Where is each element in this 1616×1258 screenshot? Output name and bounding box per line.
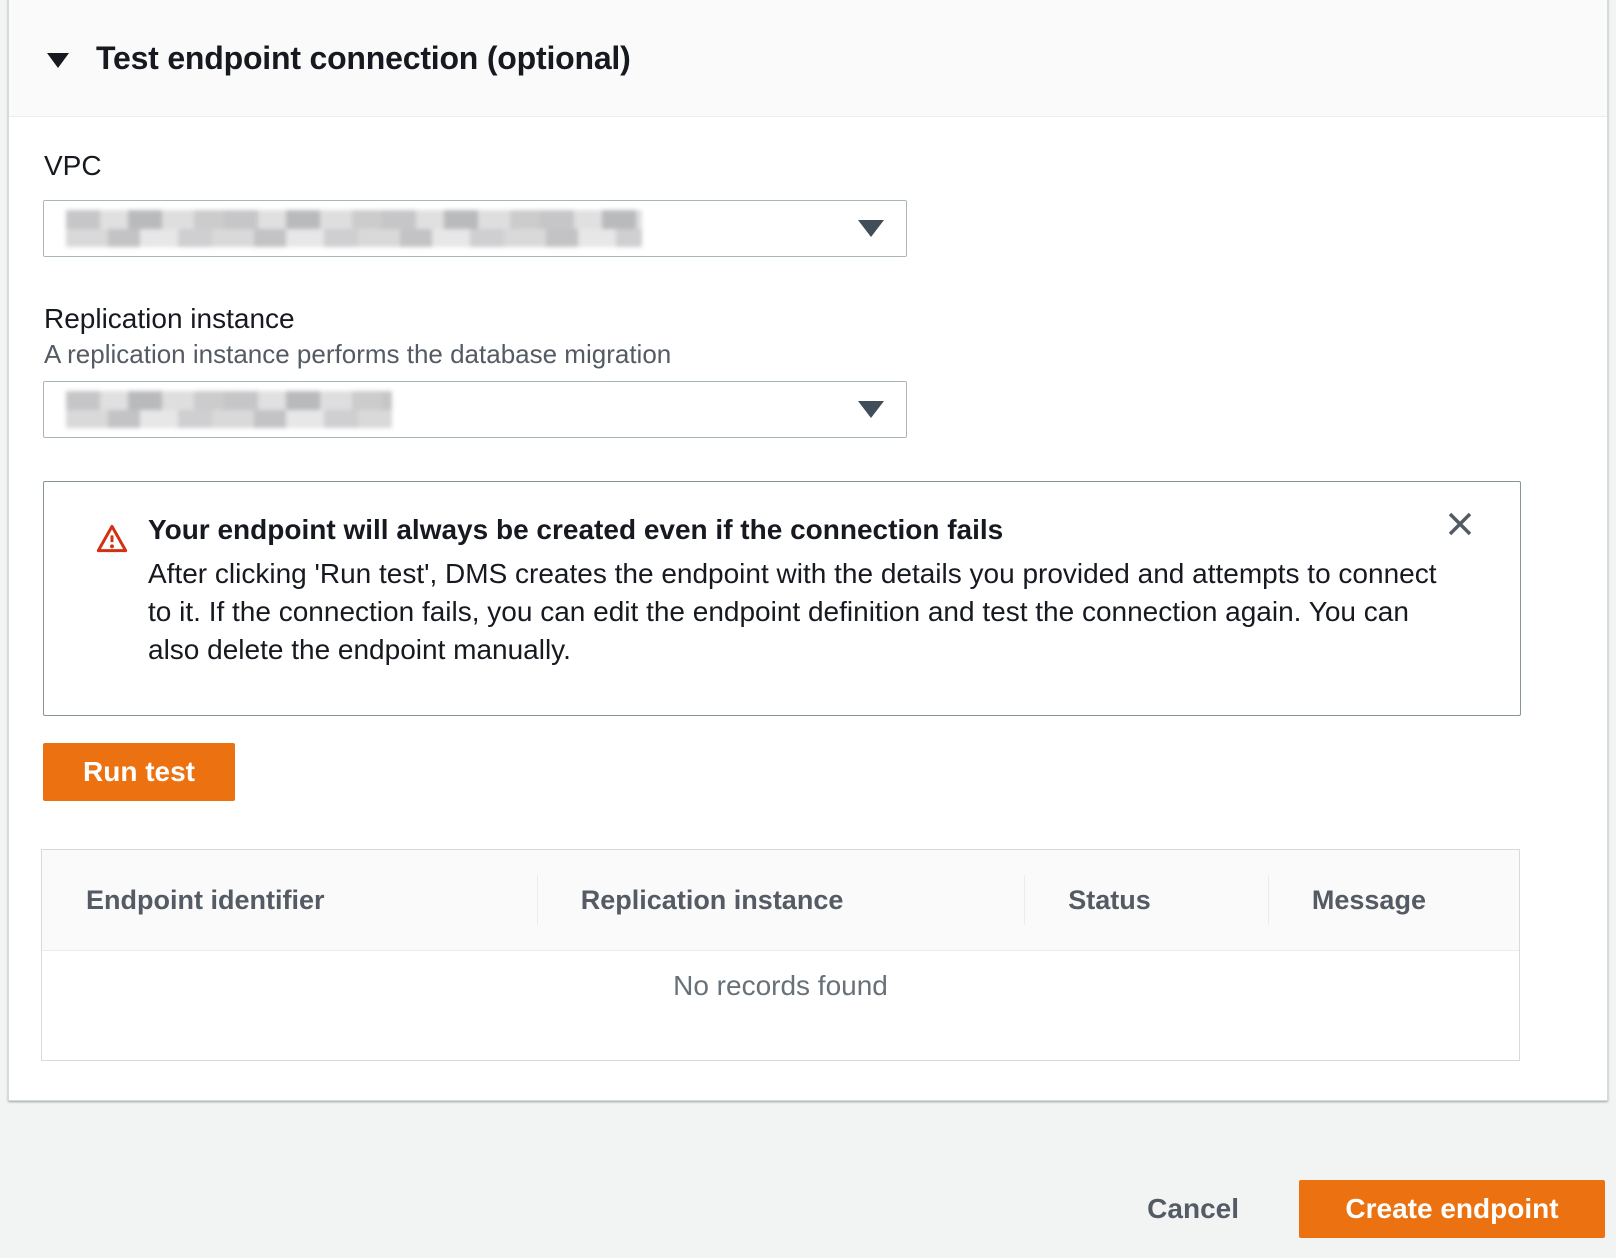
caret-down-icon <box>858 220 884 237</box>
replication-instance-description: A replication instance performs the data… <box>44 339 671 370</box>
cancel-button[interactable]: Cancel <box>1147 1193 1239 1225</box>
table-header-row: Endpoint identifier Replication instance… <box>42 850 1519 951</box>
alert-body: After clicking 'Run test', DMS creates t… <box>148 555 1463 669</box>
page: Test endpoint connection (optional) VPC … <box>0 0 1616 1258</box>
test-results-table: Endpoint identifier Replication instance… <box>41 849 1520 1061</box>
panel-title: Test endpoint connection (optional) <box>96 40 631 77</box>
close-icon <box>1444 508 1476 540</box>
warning-alert: Your endpoint will always be created eve… <box>43 481 1521 716</box>
column-header-message: Message <box>1268 850 1519 950</box>
footer-actions: Cancel Create endpoint <box>1147 1180 1605 1238</box>
collapse-triangle-icon <box>47 53 69 68</box>
replication-instance-label: Replication instance <box>44 303 295 335</box>
replication-instance-select[interactable] <box>43 381 907 438</box>
panel-header-toggle[interactable]: Test endpoint connection (optional) <box>9 0 1607 117</box>
column-header-endpoint-identifier: Endpoint identifier <box>42 850 537 950</box>
run-test-button[interactable]: Run test <box>43 743 235 801</box>
vpc-label: VPC <box>44 150 102 182</box>
column-header-status: Status <box>1024 850 1268 950</box>
alert-content: Your endpoint will always be created eve… <box>148 514 1463 669</box>
alert-close-button[interactable] <box>1444 508 1476 540</box>
alert-title: Your endpoint will always be created eve… <box>148 514 1463 546</box>
replication-instance-selected-value-redacted <box>66 391 392 428</box>
vpc-select[interactable] <box>43 200 907 257</box>
caret-down-icon <box>858 401 884 418</box>
vpc-selected-value-redacted <box>66 210 642 247</box>
warning-triangle-icon <box>96 523 128 554</box>
create-endpoint-button[interactable]: Create endpoint <box>1299 1180 1605 1238</box>
table-empty-state: No records found <box>42 951 1519 1002</box>
column-header-replication-instance: Replication instance <box>537 850 1024 950</box>
